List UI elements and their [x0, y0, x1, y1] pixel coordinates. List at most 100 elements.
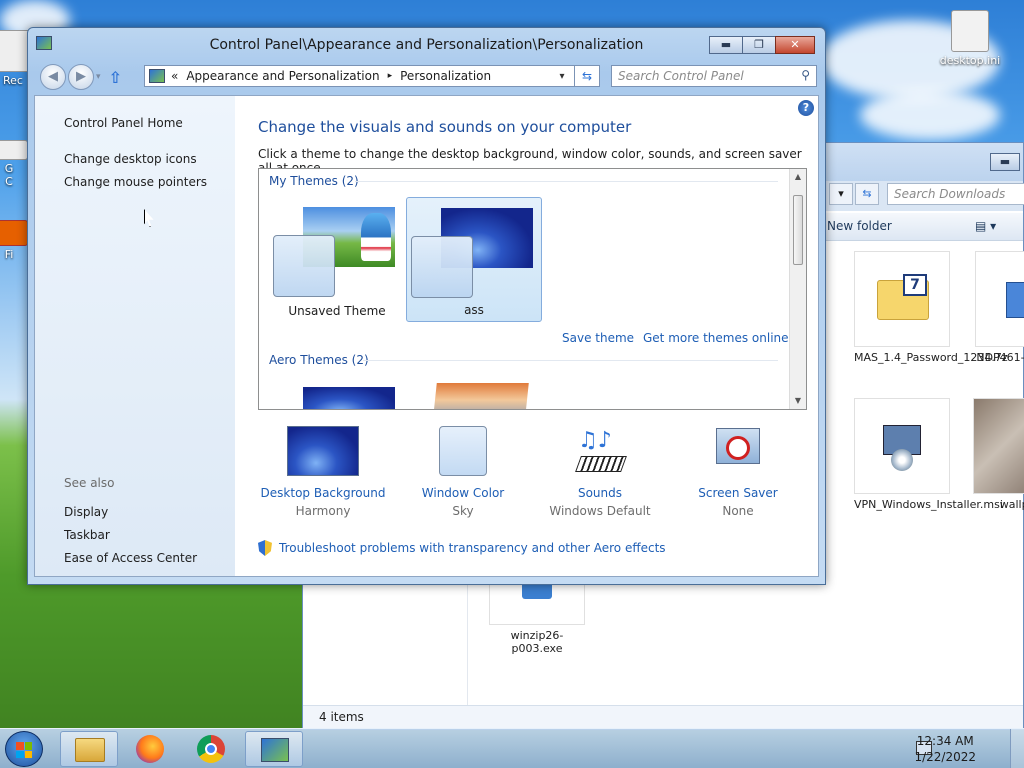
taskbar: 12:34 AM 1/22/2022: [0, 728, 1024, 768]
view-options-icon[interactable]: ▤ ▾: [975, 219, 996, 233]
link-change-mouse-pointers[interactable]: Change mouse pointers: [64, 175, 207, 189]
theme-list-scrollbar[interactable]: ▲ ▼: [789, 169, 806, 409]
shield-icon: [258, 540, 272, 556]
theme-color-swatch: [411, 236, 473, 298]
taskbar-control-panel[interactable]: [245, 731, 303, 767]
maximize-button[interactable]: ❐: [742, 36, 776, 54]
divider: [363, 360, 778, 361]
start-button[interactable]: [5, 731, 43, 767]
setting-title: Screen Saver: [698, 486, 778, 500]
cloud: [860, 90, 1000, 140]
refresh-button[interactable]: ⇆: [574, 65, 600, 87]
address-bar[interactable]: « Appearance and Personalization ▸ Perso…: [144, 65, 599, 87]
left-task-pane: Control Panel Home Change desktop icons …: [35, 96, 235, 576]
link-control-panel-home[interactable]: Control Panel Home: [64, 116, 183, 130]
link-display[interactable]: Display: [64, 505, 108, 519]
windows-logo-icon: [16, 742, 32, 758]
search-input[interactable]: Search Control Panel ⚲: [611, 65, 817, 87]
control-panel-icon: [261, 738, 289, 762]
breadcrumb-separator[interactable]: ▸: [388, 71, 393, 81]
aero-theme-preview[interactable]: [433, 383, 529, 409]
aero-theme-preview[interactable]: [303, 387, 395, 409]
explorer-minimize-button[interactable]: ▬: [990, 153, 1020, 171]
desktop-background-setting[interactable]: Desktop Background Harmony: [258, 426, 388, 518]
forward-button[interactable]: ▶: [68, 64, 94, 90]
recent-pages-dropdown[interactable]: ▾: [96, 72, 101, 82]
setting-value: None: [722, 504, 754, 518]
scroll-down-arrow[interactable]: ▼: [790, 393, 806, 409]
setting-title: Sounds: [577, 486, 623, 500]
my-themes-header[interactable]: My Themes (2): [269, 174, 359, 188]
link-taskbar[interactable]: Taskbar: [64, 528, 110, 542]
scroll-thumb[interactable]: [793, 195, 803, 265]
scroll-up-arrow[interactable]: ▲: [790, 169, 806, 185]
control-panel-window[interactable]: Control Panel\Appearance and Personaliza…: [27, 27, 826, 585]
get-more-themes-link[interactable]: Get more themes online: [643, 331, 789, 345]
sounds-setting[interactable]: ♫♪ Sounds Windows Default: [535, 426, 665, 518]
help-icon[interactable]: ?: [798, 100, 814, 116]
file-item[interactable]: NDP461-...38-We: [975, 251, 1024, 364]
explorer-status-bar: 4 items: [303, 705, 1023, 729]
troubleshoot-label: Troubleshoot problems with transparency …: [279, 541, 666, 555]
minimize-button[interactable]: ▬: [709, 36, 743, 54]
close-button[interactable]: ✕: [775, 36, 815, 54]
setting-value: Windows Default: [549, 504, 651, 518]
setting-title: Desktop Background: [260, 486, 386, 500]
chevron-down-icon[interactable]: ▾: [554, 71, 570, 82]
taskbar-chrome[interactable]: [182, 731, 240, 767]
msi-installer-icon: [854, 398, 950, 494]
show-desktop-button[interactable]: [1010, 729, 1024, 768]
item-count: 4 items: [319, 710, 364, 724]
save-theme-link[interactable]: Save theme: [562, 331, 634, 345]
theme-name: ass: [464, 303, 484, 317]
navigation-buttons: ◀ ▶ ▾ ⇧: [40, 64, 122, 90]
window-color-setting[interactable]: Window Color Sky: [398, 426, 528, 518]
sounds-icon: ♫♪: [564, 426, 636, 476]
link-change-desktop-icons[interactable]: Change desktop icons: [64, 152, 197, 166]
breadcrumb-personalization[interactable]: Personalization: [400, 69, 491, 83]
shortcut-icon: [0, 140, 28, 160]
setting-value: Sky: [452, 504, 474, 518]
control-panel-icon: [149, 69, 165, 83]
search-icon[interactable]: ⚲: [801, 68, 810, 82]
breadcrumb-overflow[interactable]: «: [171, 69, 178, 83]
chrome-icon: [197, 735, 225, 763]
7zip-archive-icon: 7: [854, 251, 950, 347]
file-item[interactable]: 7 MAS_1.4_Password_1234.7z: [854, 251, 1008, 364]
theme-color-swatch: [273, 235, 335, 297]
desktop-icon-desktop-ini[interactable]: desktop.ini: [935, 10, 1005, 67]
theme-unsaved[interactable]: Unsaved Theme: [269, 197, 405, 322]
main-pane: ? Change the visuals and sounds on your …: [235, 96, 818, 576]
screen-saver-setting[interactable]: Screen Saver None: [673, 426, 803, 518]
desktop-background-icon: [287, 426, 359, 476]
system-clock[interactable]: 12:34 AM 1/22/2022: [914, 733, 976, 765]
back-button[interactable]: ◀: [40, 64, 66, 90]
window-controls: ▬ ❐ ✕: [709, 36, 815, 54]
up-arrow-icon[interactable]: ⇧: [109, 68, 122, 87]
clock-time: 12:34 AM: [916, 734, 974, 748]
aero-themes-header[interactable]: Aero Themes (2): [269, 353, 369, 367]
troubleshoot-link[interactable]: Troubleshoot problems with transparency …: [258, 540, 666, 556]
firefox-shortcut-icon: [0, 220, 28, 246]
theme-list: My Themes (2) Unsaved Theme ass Save the…: [258, 168, 807, 410]
new-folder-button[interactable]: New folder: [827, 219, 892, 233]
setting-value: Harmony: [295, 504, 351, 518]
image-thumbnail-icon: [973, 398, 1024, 494]
explorer-address-dropdown[interactable]: ▾: [829, 183, 853, 205]
theme-ass[interactable]: ass: [406, 197, 542, 322]
explorer-refresh-button[interactable]: ⇆: [855, 183, 879, 205]
breadcrumb-appearance[interactable]: Appearance and Personalization: [186, 69, 379, 83]
installer-icon: [975, 251, 1024, 347]
theme-settings-row: Desktop Background Harmony Window Color …: [258, 426, 807, 522]
divider: [355, 181, 778, 182]
file-item[interactable]: VPN_Windows_Installer.msi: [854, 398, 1003, 511]
screen-saver-icon: [702, 426, 774, 476]
explorer-search-input[interactable]: Search Downloads: [887, 183, 1024, 205]
setting-title: Window Color: [421, 486, 505, 500]
taskbar-explorer[interactable]: [60, 731, 118, 767]
taskbar-firefox[interactable]: [121, 731, 179, 767]
link-ease-of-access[interactable]: Ease of Access Center: [64, 551, 197, 565]
file-item[interactable]: wallpap: [973, 398, 1024, 511]
folder-icon: [75, 738, 105, 762]
clock-date: 1/22/2022: [914, 750, 976, 764]
